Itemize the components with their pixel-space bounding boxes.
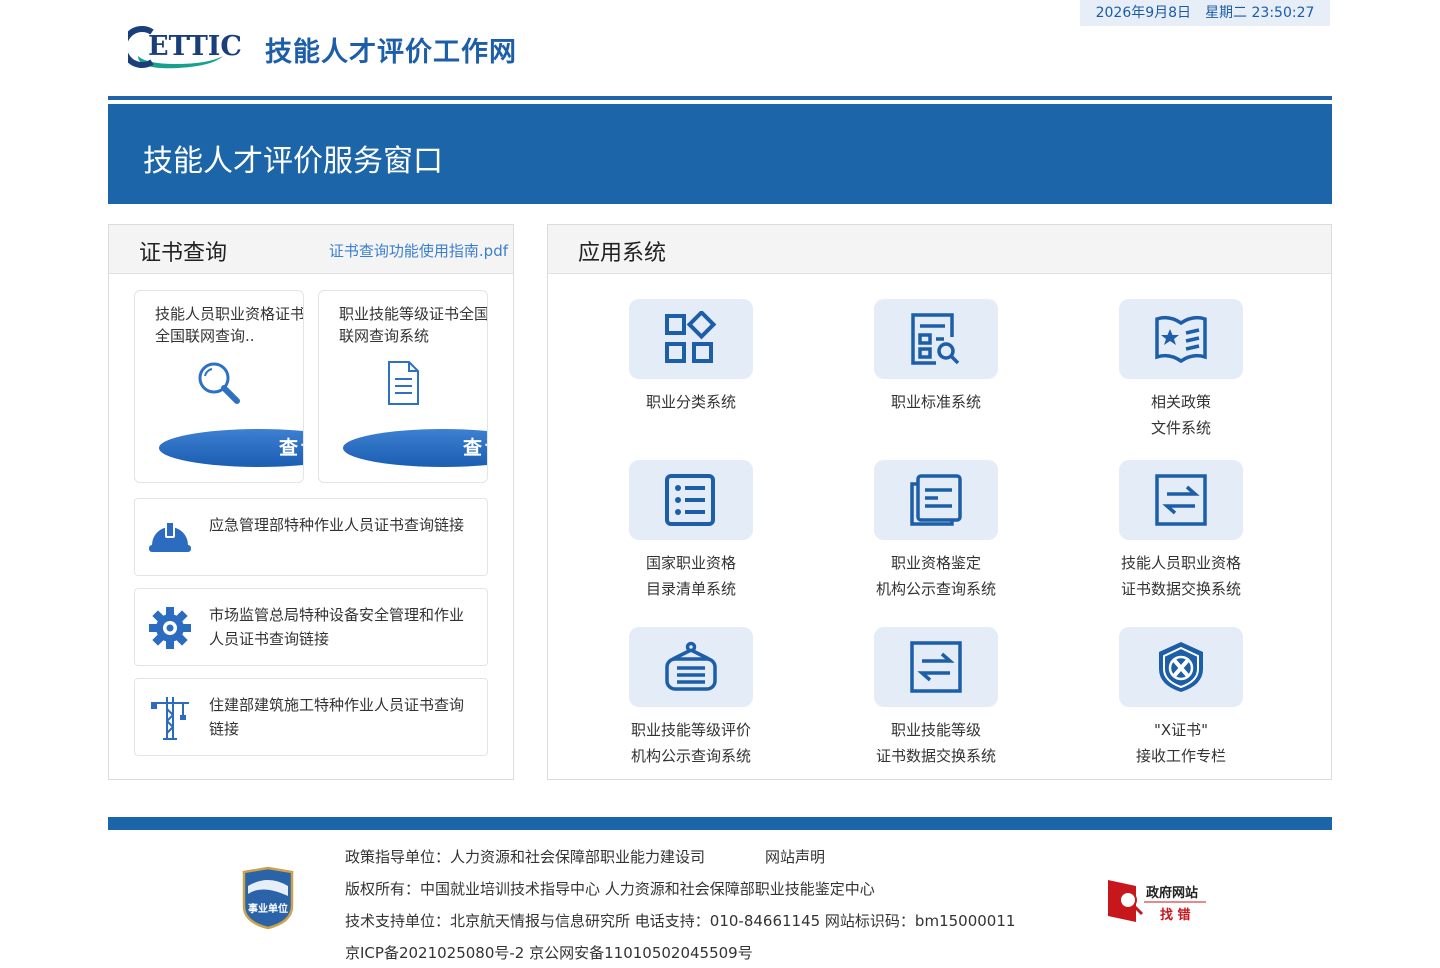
list-icon xyxy=(665,474,715,526)
policy-book-icon xyxy=(1155,315,1207,364)
gov-error-line1: 政府网站 xyxy=(1146,886,1199,901)
app-label: 职业技能等级 证书数据交换系统 xyxy=(834,717,1038,769)
app-label-line1: 技能人员职业资格 xyxy=(1120,554,1241,572)
app-label-line1: 职业标准系统 xyxy=(890,393,981,411)
app-icon-tile xyxy=(1119,460,1243,540)
app-panel-title: 应用系统 xyxy=(578,241,667,266)
ettic-logo[interactable]: ETTIC xyxy=(121,26,243,72)
app-label-line1: 职业分类系统 xyxy=(645,393,736,411)
weekday-time-text: 星期二 23:50:27 xyxy=(1205,5,1315,21)
site-statement-link[interactable]: 网站声明 xyxy=(765,848,825,866)
gov-site-error-report[interactable]: 政府网站 找 错 xyxy=(1106,876,1210,924)
banner-title: 技能人才评价服务窗口 xyxy=(143,144,443,179)
datetime-display: 2026年9月8日 星期二 23:50:27 xyxy=(1080,0,1330,26)
hard-hat-icon xyxy=(147,515,193,561)
app-label: 相关政策 文件系统 xyxy=(1079,389,1283,441)
cert-card-label: 技能人员职业资格证书全国联网查询.. xyxy=(155,305,304,345)
footer-divider xyxy=(108,817,1332,830)
document-icon xyxy=(385,359,421,411)
link-label: 市场监管总局特种设备安全管理和作业人员证书查询链接 xyxy=(209,606,465,648)
gov-error-line2: 找 错 xyxy=(1160,908,1191,923)
logo-text: ETTIC xyxy=(148,31,242,62)
link-label: 住建部建筑施工特种作业人员证书查询链接 xyxy=(209,696,465,738)
query-button[interactable]: 查询 xyxy=(343,429,487,467)
app-icon-tile xyxy=(874,627,998,707)
app-label-line2: 机构公示查询系统 xyxy=(630,747,751,765)
app-icon-tile xyxy=(629,299,753,379)
app-icon-tile xyxy=(629,460,753,540)
app-label-line2: 机构公示查询系统 xyxy=(875,580,996,598)
cert-card-skill-level[interactable]: 职业技能等级证书全国联网查询系统 查询 xyxy=(318,290,488,483)
cert-panel-header: 证书查询 证书查询功能使用指南.pdf xyxy=(109,225,513,274)
footer-icp[interactable]: 京ICP备2021025080号-2 京公网安备11010502045509号 xyxy=(345,942,753,963)
app-label: 职业分类系统 xyxy=(589,389,793,415)
badge-text: 事业单位 xyxy=(248,902,288,915)
app-icon-tile xyxy=(874,460,998,540)
link-housing-construction[interactable]: 住建部建筑施工特种作业人员证书查询链接 xyxy=(134,678,488,756)
cert-query-panel: 证书查询 证书查询功能使用指南.pdf 技能人员职业资格证书全国联网查询.. 查… xyxy=(108,224,514,780)
tower-crane-icon xyxy=(147,695,193,741)
app-label-line2: 证书数据交换系统 xyxy=(1120,580,1241,598)
app-label-line2: 目录清单系统 xyxy=(645,580,736,598)
cert-panel-title: 证书查询 xyxy=(139,241,228,266)
guide-pdf-link[interactable]: 证书查询功能使用指南.pdf xyxy=(329,240,508,261)
app-icon-tile xyxy=(1119,627,1243,707)
app-label-line1: 职业技能等级评价 xyxy=(630,721,751,739)
app-icon-tile xyxy=(1119,299,1243,379)
site-title: 技能人才评价工作网 xyxy=(265,37,517,68)
category-grid-icon xyxy=(665,311,717,363)
app-icon-tile xyxy=(874,299,998,379)
header-divider xyxy=(108,96,1332,100)
footer-policy-line: 政策指导单位：人力资源和社会保障部职业能力建设司 网站声明 xyxy=(345,846,825,867)
app-label-line1: 国家职业资格 xyxy=(645,554,736,572)
footer-copyright: 版权所有：中国就业培训技术指导中心 人力资源和社会保障部职业技能鉴定中心 xyxy=(345,880,875,898)
app-label: 国家职业资格 目录清单系统 xyxy=(589,550,793,602)
app-panel-header: 应用系统 xyxy=(548,225,1331,274)
link-emergency-management[interactable]: 应急管理部特种作业人员证书查询链接 xyxy=(134,498,488,576)
app-label: 职业标准系统 xyxy=(834,389,1038,415)
x-shield-icon xyxy=(1159,642,1203,692)
documents-icon xyxy=(910,474,962,526)
link-market-regulation[interactable]: 市场监管总局特种设备安全管理和作业人员证书查询链接 xyxy=(134,588,488,666)
cert-card-vocational-qualification[interactable]: 技能人员职业资格证书全国联网查询.. 查询 xyxy=(134,290,304,483)
app-label: 技能人员职业资格 证书数据交换系统 xyxy=(1079,550,1283,602)
app-label: "X证书" 接收工作专栏 xyxy=(1079,717,1283,769)
exchange-icon xyxy=(1155,474,1207,526)
gear-icon xyxy=(147,605,193,651)
app-label-line2: 接收工作专栏 xyxy=(1135,747,1226,765)
app-icon-tile xyxy=(629,627,753,707)
sign-board-icon xyxy=(665,641,717,691)
footer-support: 技术支持单位：北京航天情报与信息研究所 电话支持：010-84661145 网站… xyxy=(345,912,1016,930)
app-label-line2: 证书数据交换系统 xyxy=(875,747,996,765)
app-systems-panel: 应用系统 职业分类系统 职业标准系统 相关政策 文件系统 国家职业资格 目录清单… xyxy=(547,224,1332,780)
app-label-line1: 相关政策 xyxy=(1150,393,1211,411)
public-institution-badge[interactable]: 事业单位 xyxy=(240,866,296,930)
app-label-line1: "X证书" xyxy=(1153,721,1209,739)
app-label-line1: 职业资格鉴定 xyxy=(890,554,981,572)
search-icon xyxy=(195,359,243,411)
cert-card-label: 职业技能等级证书全国联网查询系统 xyxy=(339,305,488,345)
query-button[interactable]: 查询 xyxy=(159,429,303,467)
link-label: 应急管理部特种作业人员证书查询链接 xyxy=(209,516,465,534)
app-label-line2: 文件系统 xyxy=(1150,419,1211,437)
exchange-icon xyxy=(910,641,962,693)
app-label: 职业资格鉴定 机构公示查询系统 xyxy=(834,550,1038,602)
app-label-line1: 职业技能等级 xyxy=(890,721,981,739)
standard-search-icon xyxy=(911,313,960,365)
policy-unit-text: 政策指导单位：人力资源和社会保障部职业能力建设司 xyxy=(345,848,706,866)
date-text: 2026年9月8日 xyxy=(1095,5,1192,21)
app-label: 职业技能等级评价 机构公示查询系统 xyxy=(589,717,793,769)
